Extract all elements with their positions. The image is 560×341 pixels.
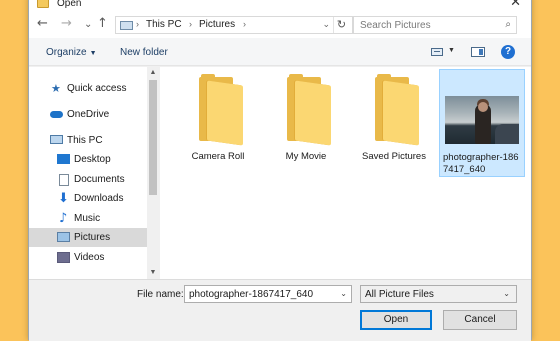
sidebar-item-desktop[interactable]: Desktop (29, 150, 147, 169)
folder-icon (375, 74, 421, 146)
new-folder-button[interactable]: New folder (120, 47, 168, 58)
sidebar-item-label: Quick access (67, 83, 127, 94)
file-name-value: photographer-1867417_640 (189, 289, 313, 300)
sidebar-item-videos[interactable]: Videos (29, 248, 147, 267)
sidebar-item-quick-access[interactable]: ★ Quick access (29, 79, 147, 98)
scrollbar-thumb[interactable] (149, 80, 157, 195)
computer-icon (50, 135, 63, 144)
close-icon[interactable]: ✕ (510, 0, 521, 10)
folder-app-icon (37, 0, 49, 8)
organize-button[interactable]: Organize ▼ (46, 47, 97, 58)
file-name-label: File name: (137, 289, 184, 300)
view-options-dropdown-icon[interactable]: ▼ (448, 47, 455, 54)
breadcrumb-separator[interactable]: › (136, 19, 139, 29)
scroll-down-icon[interactable]: ▼ (147, 267, 159, 279)
breadcrumb-separator[interactable]: › (243, 19, 246, 29)
sidebar-item-music[interactable]: ♪ Music (29, 209, 147, 228)
file-name: Camera Roll (191, 151, 245, 162)
title-bar: Open ✕ (29, 0, 531, 12)
dialog-footer: File name: photographer-1867417_640 ⌄ Al… (29, 279, 531, 341)
chevron-down-icon[interactable]: ⌄ (340, 289, 347, 298)
sidebar-item-pictures[interactable]: Pictures (29, 228, 147, 247)
computer-icon (120, 21, 133, 30)
sidebar-item-downloads[interactable]: ⬇ Downloads (29, 189, 147, 208)
sidebar-item-label: This PC (67, 135, 103, 146)
organize-label: Organize (46, 47, 87, 58)
desktop-icon (57, 154, 70, 164)
back-arrow-icon[interactable]: ← (37, 16, 48, 32)
open-file-dialog: Open ✕ ← → ⌄ ↑ › This PC › Pictures › ⌄ … (28, 0, 532, 341)
sidebar-item-label: OneDrive (67, 109, 110, 120)
window-title: Open (57, 0, 82, 9)
chevron-down-icon: ▼ (89, 50, 97, 57)
command-toolbar: Organize ▼ New folder ▼ ? (29, 38, 531, 66)
pictures-icon (57, 232, 70, 242)
address-dropdown-icon[interactable]: ⌄ (322, 19, 330, 30)
search-input[interactable]: Search Pictures ⌕ (353, 16, 517, 34)
sidebar-item-label: Desktop (74, 154, 111, 165)
recent-locations-icon[interactable]: ⌄ (84, 17, 92, 33)
file-name: Saved Pictures (362, 151, 426, 162)
file-list: Camera Roll My Movie Saved Pictures phot… (160, 67, 531, 279)
download-icon: ⬇ (58, 191, 69, 206)
cloud-icon (50, 111, 63, 118)
help-icon[interactable]: ? (501, 45, 515, 59)
sidebar-item-label: Videos (74, 252, 105, 263)
sidebar-item-label: Documents (74, 174, 125, 185)
navigation-bar: ← → ⌄ ↑ › This PC › Pictures › ⌄ ↻ Searc… (29, 12, 531, 38)
file-type-value: All Picture Files (365, 289, 434, 300)
videos-icon (57, 252, 70, 263)
refresh-icon[interactable]: ↻ (333, 17, 349, 33)
search-placeholder: Search Pictures (360, 20, 431, 31)
file-item-photographer[interactable]: photographer-1867417_640 (439, 69, 525, 177)
file-item-saved-pictures[interactable]: Saved Pictures (351, 69, 437, 177)
star-icon: ★ (51, 82, 61, 95)
scroll-up-icon[interactable]: ▲ (147, 67, 159, 79)
forward-arrow-icon[interactable]: → (61, 16, 72, 32)
file-item-camera-roll[interactable]: Camera Roll (175, 69, 261, 177)
breadcrumb-pictures[interactable]: Pictures (199, 19, 235, 30)
sidebar-item-label: Downloads (74, 193, 124, 204)
navigation-pane: ★ Quick access OneDrive This PC Desktop … (29, 67, 159, 279)
sidebar-scrollbar[interactable]: ▲ ▼ (147, 67, 159, 279)
music-icon: ♪ (59, 211, 68, 226)
sidebar-item-documents[interactable]: Documents (29, 170, 147, 189)
file-name: photographer-1867417_640 (443, 152, 519, 175)
cancel-button[interactable]: Cancel (443, 310, 517, 330)
sidebar-item-this-pc[interactable]: This PC (29, 131, 147, 150)
up-arrow-icon[interactable]: ↑ (97, 16, 108, 32)
file-item-my-movie[interactable]: My Movie (263, 69, 349, 177)
sidebar-item-label: Pictures (74, 232, 111, 243)
image-thumbnail (445, 96, 519, 144)
search-icon[interactable]: ⌕ (505, 19, 511, 30)
folder-icon (287, 74, 333, 146)
open-button[interactable]: Open (360, 310, 432, 330)
file-name: My Movie (285, 151, 327, 162)
change-view-icon[interactable] (431, 48, 443, 56)
file-type-select[interactable]: All Picture Files ⌄ (360, 285, 517, 303)
breadcrumb-separator[interactable]: › (189, 19, 192, 29)
file-name-field[interactable]: photographer-1867417_640 ⌄ (184, 285, 352, 303)
address-bar[interactable]: › This PC › Pictures › ⌄ ↻ (115, 16, 353, 34)
preview-pane-icon[interactable] (471, 47, 485, 57)
chevron-down-icon: ⌄ (503, 289, 510, 298)
breadcrumb-this-pc[interactable]: This PC (146, 19, 182, 30)
folder-icon (199, 74, 245, 146)
sidebar-item-label: Music (74, 213, 101, 224)
documents-icon (59, 174, 69, 186)
sidebar-item-onedrive[interactable]: OneDrive (29, 105, 147, 124)
